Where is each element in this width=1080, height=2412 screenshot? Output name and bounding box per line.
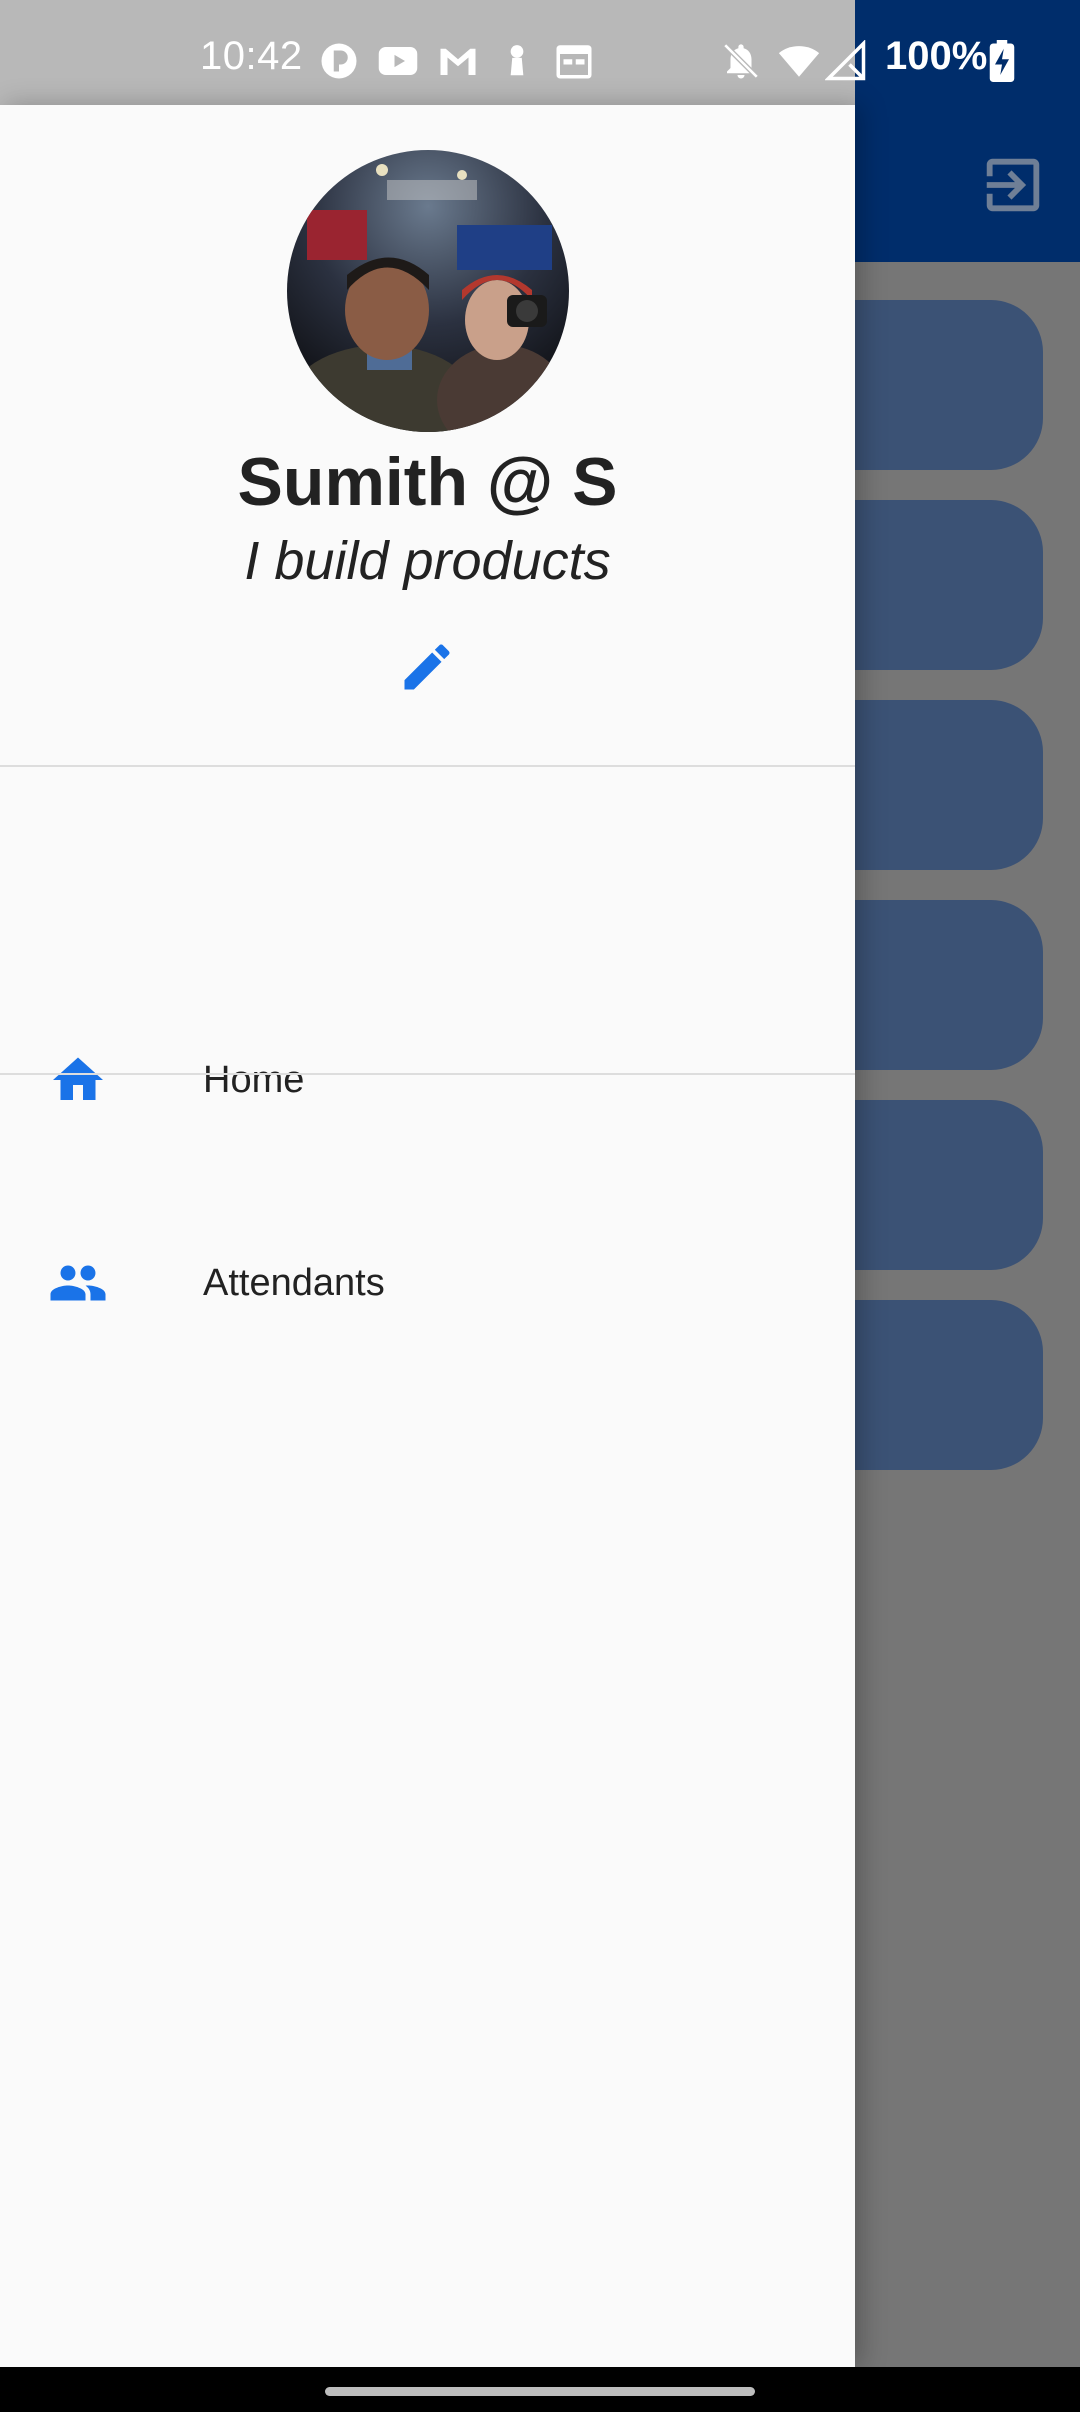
home-gesture-handle[interactable] (325, 2387, 755, 2396)
wifi-icon (778, 46, 820, 77)
drawer-item-attendants[interactable]: Attendants (0, 1188, 855, 1378)
profile-tagline: I build products (244, 531, 611, 591)
gmail-icon (440, 48, 476, 75)
nav-divider (0, 1073, 855, 1075)
people-icon (48, 1253, 108, 1313)
keyhole-icon (510, 45, 524, 76)
youtube-icon (378, 47, 418, 75)
drawer-item-label: Home (203, 1058, 305, 1101)
profile-photo (287, 150, 569, 432)
screen: 10:42 100% Sumith @ S I build products H… (0, 0, 1080, 2412)
pencil-icon (404, 644, 450, 690)
battery-percentage: 100% (885, 34, 988, 78)
bell-off-icon (723, 43, 759, 79)
calendar-icon (556, 45, 592, 79)
edit-profile-button[interactable] (392, 632, 462, 702)
status-time: 10:42 (200, 34, 303, 78)
header-divider (0, 765, 855, 767)
drawer-item-home[interactable]: Home (0, 985, 855, 1175)
signal-icon (825, 40, 866, 81)
profile-name: Sumith @ S (237, 444, 618, 520)
home-icon (48, 1050, 108, 1110)
app-icon (321, 43, 357, 79)
drawer-item-label: Attendants (203, 1261, 385, 1304)
profile-avatar[interactable] (287, 150, 569, 432)
system-nav-bar (0, 2367, 1080, 2412)
navigation-drawer: Sumith @ S I build products Home Attenda… (0, 105, 855, 2367)
battery-charging-icon (989, 40, 1015, 82)
status-bar: 10:42 100% (0, 0, 1080, 105)
